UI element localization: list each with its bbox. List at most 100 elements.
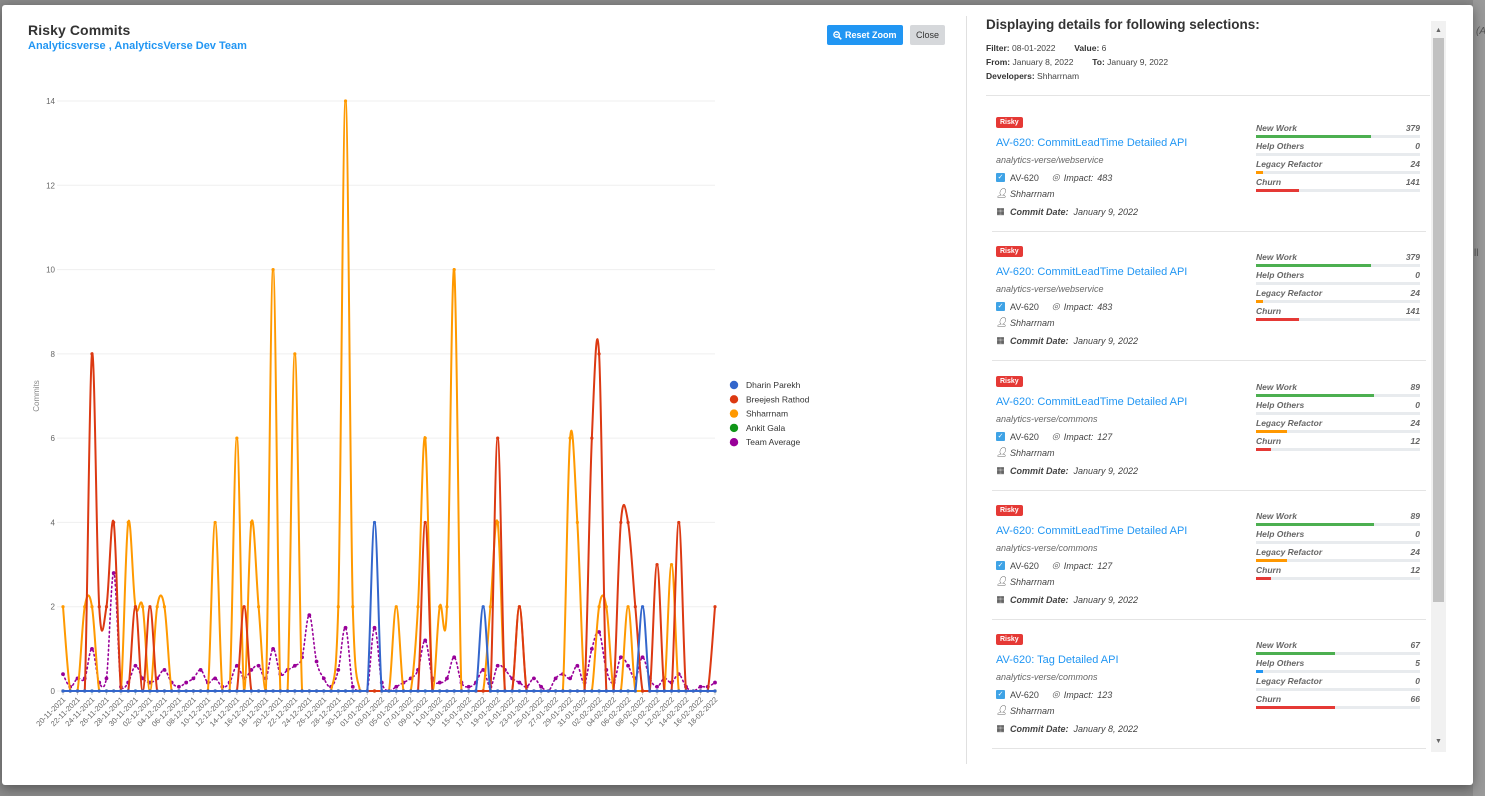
data-point[interactable] — [481, 689, 485, 693]
data-point[interactable] — [358, 689, 362, 693]
data-point[interactable] — [619, 520, 623, 525]
data-point[interactable] — [61, 672, 65, 677]
data-point[interactable] — [191, 689, 195, 693]
data-point[interactable] — [61, 689, 65, 693]
data-point[interactable] — [648, 689, 652, 693]
data-point[interactable] — [293, 689, 297, 693]
data-point[interactable] — [633, 689, 637, 693]
data-point[interactable] — [495, 663, 500, 668]
data-point[interactable] — [184, 680, 189, 685]
data-point[interactable] — [155, 605, 159, 609]
data-point[interactable] — [90, 689, 94, 693]
data-point[interactable] — [568, 676, 573, 681]
commit-title-link[interactable]: AV-620: CommitLeadTime Detailed API — [996, 525, 1187, 537]
data-point[interactable] — [170, 689, 174, 693]
data-point[interactable] — [590, 689, 594, 693]
legend-marker[interactable] — [729, 438, 739, 447]
data-point[interactable] — [133, 689, 138, 693]
data-point[interactable] — [292, 663, 297, 668]
data-point[interactable] — [228, 689, 232, 693]
data-point[interactable] — [133, 663, 138, 668]
data-point[interactable] — [640, 655, 645, 660]
data-point[interactable] — [307, 689, 311, 693]
data-point[interactable] — [148, 689, 152, 693]
data-point[interactable] — [474, 689, 478, 693]
data-point[interactable] — [496, 436, 500, 440]
data-point[interactable] — [568, 689, 572, 693]
data-point[interactable] — [423, 689, 427, 693]
data-point[interactable] — [517, 680, 522, 685]
data-point[interactable] — [619, 689, 623, 693]
data-point[interactable] — [126, 689, 130, 693]
data-point[interactable] — [372, 520, 377, 525]
data-point[interactable] — [133, 605, 138, 609]
data-point[interactable] — [321, 676, 326, 681]
data-point[interactable] — [546, 689, 550, 693]
data-point[interactable] — [684, 689, 688, 693]
data-point[interactable] — [430, 689, 435, 693]
data-point[interactable] — [162, 668, 167, 672]
data-point[interactable] — [655, 684, 659, 689]
data-point[interactable] — [372, 689, 377, 693]
data-point[interactable] — [249, 689, 253, 693]
data-point[interactable] — [597, 689, 601, 693]
data-point[interactable] — [314, 689, 319, 693]
data-point[interactable] — [554, 689, 558, 693]
legend-marker[interactable] — [729, 409, 739, 418]
data-point[interactable] — [662, 689, 666, 693]
data-point[interactable] — [510, 689, 514, 693]
data-point[interactable] — [590, 436, 594, 440]
data-point[interactable] — [481, 605, 485, 609]
data-point[interactable] — [104, 676, 109, 681]
data-point[interactable] — [488, 605, 493, 609]
data-point[interactable] — [568, 436, 572, 440]
data-point[interactable] — [220, 689, 224, 693]
data-point[interactable] — [242, 689, 246, 693]
data-point[interactable] — [104, 689, 109, 693]
data-point[interactable] — [394, 605, 398, 609]
data-point[interactable] — [112, 689, 116, 693]
data-point[interactable] — [343, 99, 348, 103]
series-line-breejesh-rathod[interactable] — [62, 338, 716, 693]
data-point[interactable] — [314, 659, 319, 664]
data-point[interactable] — [162, 689, 167, 693]
data-point[interactable] — [394, 689, 398, 693]
data-point[interactable] — [532, 689, 536, 693]
data-point[interactable] — [437, 680, 442, 685]
data-point[interactable] — [380, 689, 384, 693]
commit-title-link[interactable]: AV-620: Tag Detailed API — [996, 654, 1119, 666]
data-point[interactable] — [293, 352, 297, 356]
data-point[interactable] — [256, 663, 261, 668]
scroll-down-icon[interactable]: ▼ — [1434, 737, 1443, 747]
data-point[interactable] — [713, 605, 717, 609]
data-point[interactable] — [351, 689, 355, 693]
data-point[interactable] — [640, 605, 645, 609]
data-point[interactable] — [191, 676, 196, 681]
data-point[interactable] — [141, 689, 145, 693]
data-point[interactable] — [90, 352, 94, 356]
data-point[interactable] — [97, 689, 101, 693]
data-point[interactable] — [423, 436, 427, 440]
data-point[interactable] — [626, 663, 630, 668]
data-point[interactable] — [336, 668, 341, 672]
data-point[interactable] — [416, 605, 420, 609]
commit-title-link[interactable]: AV-620: CommitLeadTime Detailed API — [996, 137, 1187, 149]
data-point[interactable] — [285, 689, 290, 693]
data-point[interactable] — [626, 520, 630, 525]
data-point[interactable] — [162, 605, 167, 609]
data-point[interactable] — [691, 689, 695, 693]
data-point[interactable] — [438, 605, 442, 609]
data-point[interactable] — [213, 689, 217, 693]
data-point[interactable] — [423, 638, 428, 643]
data-point[interactable] — [655, 689, 659, 693]
data-point[interactable] — [517, 689, 522, 693]
data-point[interactable] — [300, 689, 304, 693]
data-point[interactable] — [698, 689, 703, 693]
data-point[interactable] — [184, 689, 188, 693]
data-point[interactable] — [126, 520, 130, 525]
data-point[interactable] — [445, 689, 449, 693]
legend-marker[interactable] — [729, 380, 739, 390]
data-point[interactable] — [257, 689, 261, 693]
data-point[interactable] — [177, 689, 181, 693]
data-point[interactable] — [68, 689, 72, 693]
